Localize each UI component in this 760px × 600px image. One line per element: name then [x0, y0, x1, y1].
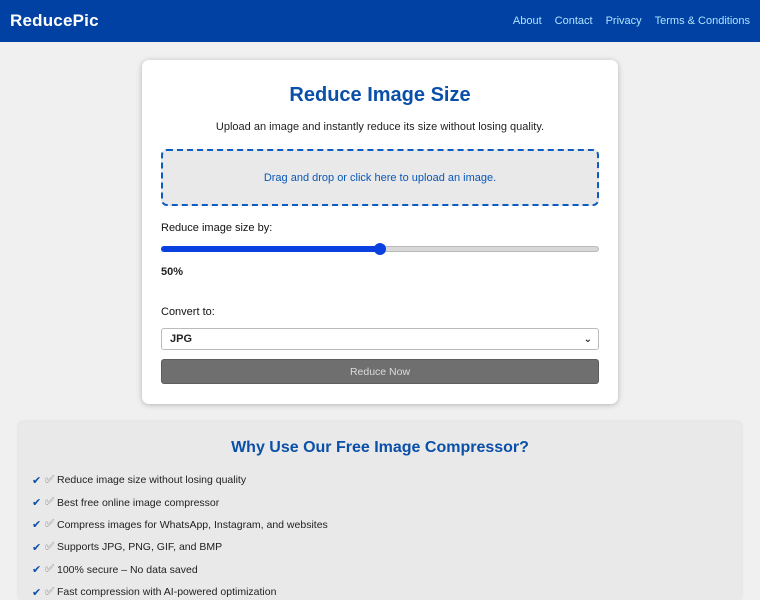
check-box-icon: ✅︎: [45, 473, 55, 486]
feature-item: ✔ ✅︎ Best free online image compressor: [32, 491, 328, 513]
feature-text: Fast compression with AI-powered optimiz…: [57, 586, 277, 599]
slider-value: 50%: [161, 266, 184, 278]
slider-thumb[interactable]: [374, 243, 386, 255]
check-box-icon: ✅︎: [45, 540, 55, 553]
features-title: Why Use Our Free Image Compressor?: [231, 439, 529, 456]
feature-item: ✔ ✅︎ Compress images for WhatsApp, Instagr…: [32, 514, 328, 536]
reduce-size-slider[interactable]: [161, 243, 599, 255]
feature-text: 100% secure – No data saved: [57, 563, 198, 576]
dropzone-text: Drag and drop or click here to upload an…: [263, 171, 497, 184]
format-select-value: JPG: [170, 333, 193, 345]
checkmark-icon: ✔: [32, 564, 42, 577]
checkmark-icon: ✔: [32, 519, 42, 532]
feature-item: ✔ ✅︎ Reduce image size without losing qual…: [32, 469, 328, 491]
brand-logo[interactable]: ReducePic: [10, 11, 99, 31]
feature-text: Supports JPG, PNG, GIF, and BMP: [57, 541, 223, 554]
nav-link-contact[interactable]: Contact: [555, 15, 593, 27]
slider-label: Reduce image size by:: [161, 222, 273, 234]
reduce-now-button[interactable]: Reduce Now: [161, 359, 599, 384]
slider-fill: [161, 246, 380, 252]
checkmark-icon: ✔: [32, 474, 42, 487]
nav-link-terms[interactable]: Terms & Conditions: [655, 15, 750, 27]
feature-item: ✔ ✅︎ 100% secure – No data saved: [32, 559, 328, 581]
feature-text: Best free online image compressor: [57, 496, 220, 509]
feature-text: Compress images for WhatsApp, Instagram,…: [57, 518, 328, 531]
features-list: ✔ ✅︎ Reduce image size without losing qual…: [32, 469, 328, 600]
page-title: Reduce Image Size: [289, 84, 471, 106]
feature-text: Reduce image size without losing quality: [57, 474, 247, 487]
checkmark-icon: ✔: [32, 586, 42, 599]
upload-dropzone[interactable]: Drag and drop or click here to upload an…: [161, 149, 599, 206]
check-box-icon: ✅︎: [45, 496, 55, 509]
check-box-icon: ✅︎: [45, 563, 55, 576]
page-subtitle: Upload an image and instantly reduce its…: [215, 121, 545, 133]
nav-link-about[interactable]: About: [513, 15, 542, 27]
main-nav: About Contact Privacy Terms & Conditions: [500, 15, 750, 27]
feature-item: ✔ ✅︎ Supports JPG, PNG, GIF, and BMP: [32, 536, 328, 558]
chevron-down-icon: ⌄: [583, 333, 592, 345]
checkmark-icon: ✔: [32, 541, 42, 554]
top-navbar: ReducePic About Contact Privacy Terms & …: [0, 0, 760, 42]
features-section: Why Use Our Free Image Compressor? ✔ ✅︎ Re…: [19, 422, 741, 600]
nav-link-privacy[interactable]: Privacy: [606, 15, 642, 27]
feature-item: ✔ ✅︎ Fast compression with AI-powered opti…: [32, 581, 328, 600]
compressor-card: Reduce Image Size Upload an image and in…: [142, 60, 618, 404]
format-select[interactable]: JPG ⌄: [161, 328, 599, 350]
check-box-icon: ✅︎: [45, 585, 55, 598]
checkmark-icon: ✔: [32, 497, 42, 510]
check-box-icon: ✅︎: [45, 518, 55, 531]
convert-label: Convert to:: [161, 306, 215, 318]
